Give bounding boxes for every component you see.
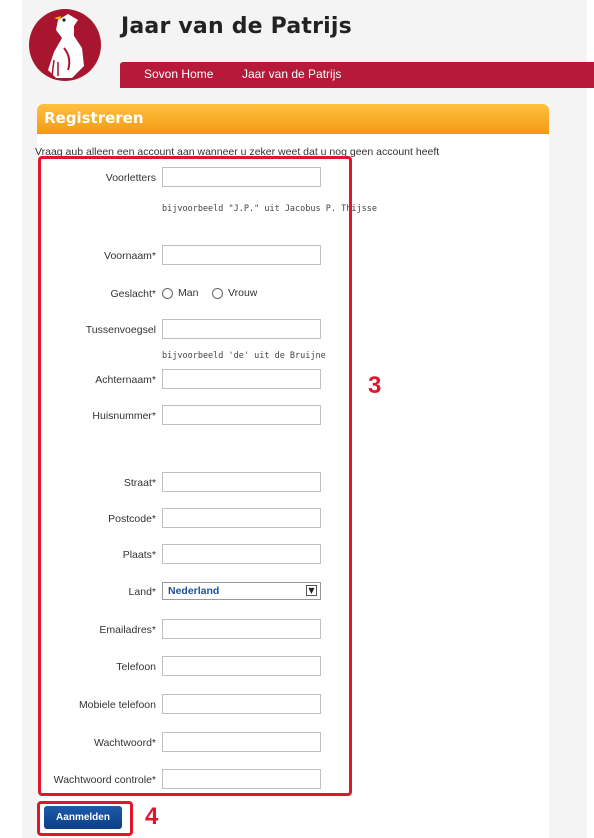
annotation-box-4 bbox=[37, 801, 133, 836]
panel-header: Registreren bbox=[37, 104, 549, 134]
annotation-number-3: 3 bbox=[368, 372, 382, 399]
main-nav: Sovon Home Jaar van de Patrijs bbox=[120, 62, 594, 88]
panel-title: Registreren bbox=[44, 109, 144, 127]
nav-item-sovon-home[interactable]: Sovon Home bbox=[144, 67, 213, 81]
annotation-number-4: 4 bbox=[145, 803, 159, 830]
nav-item-jaar-van-de-patrijs[interactable]: Jaar van de Patrijs bbox=[242, 67, 341, 81]
partridge-logo[interactable] bbox=[28, 8, 102, 82]
annotation-box-3 bbox=[38, 156, 352, 796]
site-title: Jaar van de Patrijs bbox=[121, 14, 352, 39]
